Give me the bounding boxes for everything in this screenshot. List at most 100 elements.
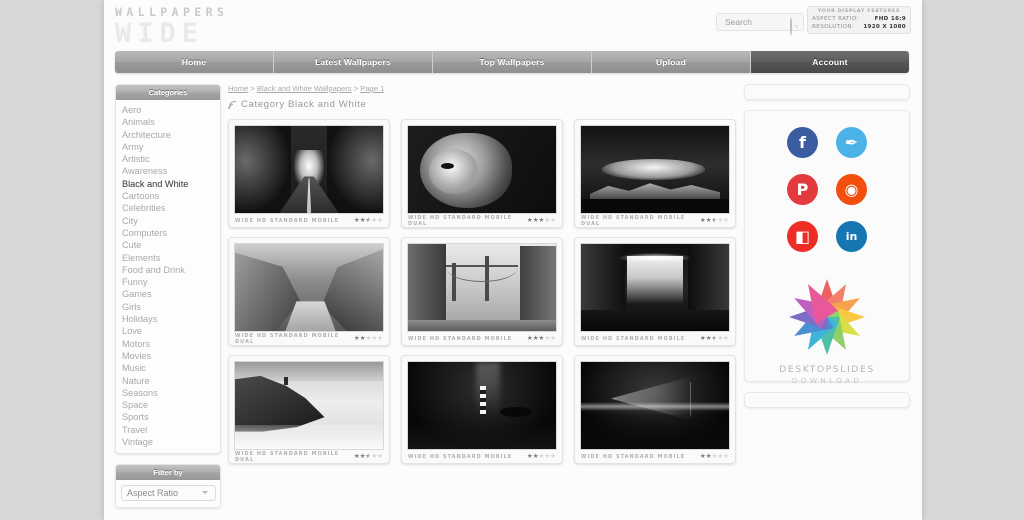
wallpaper-image[interactable] <box>234 361 384 450</box>
pinterest-icon[interactable]: P <box>787 174 818 205</box>
rating-star[interactable]: ★ <box>550 453 556 461</box>
sidebar-item-computers[interactable]: Computers <box>116 227 220 239</box>
thumbnail-tags: WIDE HD STANDARD MOBILE DUAL <box>235 450 340 463</box>
thumbnail-tags: WIDE HD STANDARD MOBILE <box>235 217 340 224</box>
site-logo[interactable]: WALLPAPERS WIDE <box>115 6 275 48</box>
wallpaper-thumbnail[interactable]: WIDE HD STANDARD MOBILE DUAL ★ ★ ★ ★ ★ <box>228 237 390 346</box>
rating-star[interactable]: ★ <box>377 335 383 343</box>
aspect-ratio-select-value: Aspect Ratio <box>127 488 179 499</box>
wallpaper-thumbnail[interactable]: WIDE HD STANDARD MOBILE ★ ★ ★ ★ ★ <box>574 355 736 464</box>
flipboard-icon[interactable]: ◧ <box>787 221 818 252</box>
breadcrumb-page[interactable]: Page 1 <box>360 84 384 93</box>
search-icon[interactable] <box>790 17 798 36</box>
twitter-icon[interactable]: ✒ <box>836 127 867 158</box>
rating-stars[interactable]: ★ ★ ★ ★ ★ <box>527 335 556 343</box>
sidebar-item-holidays[interactable]: Holidays <box>116 313 220 325</box>
rating-stars[interactable]: ★ ★ ★ ★ ★ <box>354 335 383 343</box>
rating-stars[interactable]: ★ ★ ★ ★ ★ <box>700 453 729 461</box>
nav-item-account[interactable]: Account <box>751 51 909 73</box>
sidebar-item-space[interactable]: Space <box>116 399 220 411</box>
sidebar-item-nature[interactable]: Nature <box>116 375 220 387</box>
wallpaper-thumbnail[interactable]: WIDE HD STANDARD MOBILE DUAL ★ ★ ★ ★ ★ <box>228 355 390 464</box>
rating-stars[interactable]: ★ ★ ★ ★ ★ <box>354 217 383 225</box>
rating-star[interactable]: ★ <box>723 217 729 225</box>
wallpaper-image[interactable] <box>407 243 557 332</box>
sidebar-item-city[interactable]: City <box>116 215 220 227</box>
wallpaper-image[interactable] <box>580 243 730 332</box>
wallpaper-thumbnail[interactable]: WIDE HD STANDARD MOBILE ★ ★ ★ ★ ★ <box>401 237 563 346</box>
social-links: f ✒ P ◉ ◧ in <box>745 127 909 252</box>
sidebar-item-awareness[interactable]: Awareness <box>116 165 220 177</box>
wallpaper-image[interactable] <box>407 125 557 214</box>
sidebar-item-elements[interactable]: Elements <box>116 252 220 264</box>
thumbnail-meta-bar: WIDE HD STANDARD MOBILE DUAL ★ ★ ★ ★ ★ <box>580 214 730 227</box>
wallpaper-thumbnail[interactable]: WIDE HD STANDARD MOBILE DUAL ★ ★ ★ ★ ★ <box>401 119 563 228</box>
site-header: WALLPAPERS WIDE YOUR DISPLAY FEATURES AS… <box>104 0 922 50</box>
wallpaper-thumbnail[interactable]: WIDE HD STANDARD MOBILE DUAL ★ ★ ★ ★ ★ <box>574 119 736 228</box>
rating-stars[interactable]: ★ ★ ★ ★ ★ <box>354 453 383 461</box>
wallpaper-image[interactable] <box>234 125 384 214</box>
rating-star[interactable]: ★ <box>550 217 556 225</box>
sidebar-item-army[interactable]: Army <box>116 141 220 153</box>
sidebar-item-music[interactable]: Music <box>116 362 220 374</box>
search-input[interactable] <box>723 14 783 30</box>
sidebar-item-architecture[interactable]: Architecture <box>116 129 220 141</box>
nav-item-latest-wallpapers[interactable]: Latest Wallpapers <box>274 51 433 73</box>
wallpaper-thumbnail[interactable]: WIDE HD STANDARD MOBILE ★ ★ ★ ★ ★ <box>574 237 736 346</box>
sidebar-item-sports[interactable]: Sports <box>116 411 220 423</box>
reddit-icon[interactable]: ◉ <box>836 174 867 205</box>
desktopslides-logo[interactable]: DESKTOPSLIDES DOWNLOAD <box>745 277 909 385</box>
sidebar-item-cartoons[interactable]: Cartoons <box>116 190 220 202</box>
sidebar-item-food-and-drink[interactable]: Food and Drink <box>116 264 220 276</box>
sidebar-item-animals[interactable]: Animals <box>116 116 220 128</box>
nav-item-top-wallpapers[interactable]: Top Wallpapers <box>433 51 592 73</box>
ad-slot-top <box>744 84 910 100</box>
wallpaper-image[interactable] <box>580 361 730 450</box>
resolution-row: RESOLUTION: 1920 X 1080 <box>812 23 906 31</box>
sidebar-item-games[interactable]: Games <box>116 288 220 300</box>
wallpaper-image[interactable] <box>580 125 730 214</box>
rating-star[interactable]: ★ <box>723 335 729 343</box>
nav-item-upload[interactable]: Upload <box>592 51 751 73</box>
thumbnail-meta-bar: WIDE HD STANDARD MOBILE ★ ★ ★ ★ ★ <box>580 332 730 345</box>
sidebar-item-artistic[interactable]: Artistic <box>116 153 220 165</box>
sidebar-item-celebrities[interactable]: Celebrities <box>116 202 220 214</box>
sidebar-item-cute[interactable]: Cute <box>116 239 220 251</box>
sidebar-item-girls[interactable]: Girls <box>116 301 220 313</box>
search-box[interactable] <box>716 13 804 36</box>
breadcrumb-home[interactable]: Home <box>228 84 248 93</box>
sidebar-item-funny[interactable]: Funny <box>116 276 220 288</box>
rss-icon[interactable] <box>228 100 237 109</box>
sidebar-item-aero[interactable]: Aero <box>116 104 220 116</box>
rating-stars[interactable]: ★ ★ ★ ★ ★ <box>527 217 556 225</box>
sidebar-item-motors[interactable]: Motors <box>116 338 220 350</box>
sidebar-item-vintage[interactable]: Vintage <box>116 436 220 448</box>
wallpaper-image[interactable] <box>407 361 557 450</box>
breadcrumb-category[interactable]: Black and White Wallpapers <box>257 84 352 93</box>
wallpaper-image[interactable] <box>234 243 384 332</box>
linkedin-icon[interactable]: in <box>836 221 867 252</box>
category-title-text: Category Black and White <box>241 99 367 110</box>
sidebar-item-black-and-white[interactable]: Black and White <box>116 178 220 190</box>
aspect-ratio-value: FHD 16:9 <box>874 16 906 22</box>
rating-stars[interactable]: ★ ★ ★ ★ ★ <box>700 335 729 343</box>
aspect-ratio-select[interactable]: Aspect Ratio <box>121 485 216 502</box>
sidebar-item-seasons[interactable]: Seasons <box>116 387 220 399</box>
rating-star[interactable]: ★ <box>723 453 729 461</box>
main-content: Home > Black and White Wallpapers > Page… <box>228 84 736 464</box>
rating-star[interactable]: ★ <box>377 453 383 461</box>
sidebar-item-travel[interactable]: Travel <box>116 424 220 436</box>
facebook-icon[interactable]: f <box>787 127 818 158</box>
rating-stars[interactable]: ★ ★ ★ ★ ★ <box>527 453 556 461</box>
nav-item-home[interactable]: Home <box>115 51 274 73</box>
page-body: Categories Aero Animals Architecture Army Ar… <box>104 80 922 520</box>
sidebar-item-movies[interactable]: Movies <box>116 350 220 362</box>
sidebar-item-love[interactable]: Love <box>116 325 220 337</box>
thumbnail-meta-bar: WIDE HD STANDARD MOBILE DUAL ★ ★ ★ ★ ★ <box>407 214 557 227</box>
rating-star[interactable]: ★ <box>377 217 383 225</box>
rating-star[interactable]: ★ <box>550 335 556 343</box>
rating-stars[interactable]: ★ ★ ★ ★ ★ <box>700 217 729 225</box>
wallpaper-thumbnail[interactable]: WIDE HD STANDARD MOBILE ★ ★ ★ ★ ★ <box>228 119 390 228</box>
promo-subtitle: DOWNLOAD <box>791 376 863 385</box>
wallpaper-thumbnail[interactable]: WIDE HD STANDARD MOBILE ★ ★ ★ ★ ★ <box>401 355 563 464</box>
